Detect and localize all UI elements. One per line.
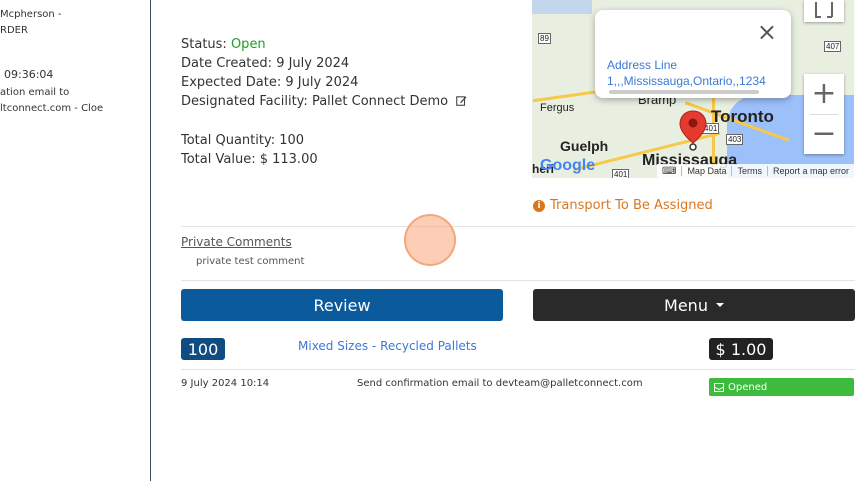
total-value-label: Total Value:: [181, 152, 256, 167]
sidebar-time: 09:36:04: [4, 68, 54, 81]
highway-shield: 89: [538, 33, 551, 44]
private-comment-text: private test comment: [196, 256, 305, 267]
terms-link[interactable]: Terms: [731, 166, 767, 176]
close-icon[interactable]: ×: [757, 20, 777, 44]
log-timestamp: 9 July 2024 10:14: [181, 378, 270, 389]
zoom-out-button[interactable]: −: [804, 114, 844, 154]
fullscreen-button[interactable]: [804, 0, 844, 22]
sidebar-line: RDER: [0, 25, 28, 36]
info-icon: i: [533, 199, 545, 212]
opened-status-badge: Opened: [709, 378, 854, 396]
date-created-value: 9 July 2024: [276, 56, 350, 71]
private-comments-label[interactable]: Private Comments: [181, 235, 292, 249]
review-button[interactable]: Review: [181, 289, 503, 321]
edit-icon[interactable]: [456, 95, 467, 106]
transport-status: i Transport To Be Assigned: [533, 198, 713, 213]
expected-date-value: 9 July 2024: [285, 75, 359, 90]
popup-address-line2[interactable]: 1,,,Mississauga,Ontario,,1234: [607, 74, 773, 88]
map-info-popup: Address Line 1,,,Mississauga,Ontario,,12…: [595, 10, 791, 98]
menu-button-label: Menu: [664, 295, 708, 315]
map-label-guelph: Guelph: [560, 138, 609, 154]
total-quantity-row: Total Quantity: 100: [181, 133, 304, 148]
divider: [181, 280, 855, 281]
status-label: Status:: [181, 37, 227, 52]
caret-down-icon: [715, 303, 724, 307]
total-quantity-label: Total Quantity:: [181, 133, 276, 148]
map-label-toronto: Toronto: [711, 107, 774, 126]
envelope-open-icon: [714, 382, 724, 392]
date-created-label: Date Created:: [181, 56, 273, 71]
map-label-fergus: Fergus: [540, 102, 575, 114]
opened-status-text: Opened: [728, 381, 768, 393]
highway-shield: 407: [824, 41, 842, 52]
water-patch: [532, 0, 592, 14]
sidebar-line: ltconnect.com - Cloe: [0, 103, 104, 114]
status-value: Open: [230, 37, 266, 52]
status-row: Status: Open: [181, 37, 266, 52]
facility-row: Designated Facility: Pallet Connect Demo: [181, 94, 467, 109]
fullscreen-icon: [815, 2, 833, 18]
sidebar-line: Mcpherson -: [0, 9, 62, 20]
expected-date-row: Expected Date: 9 July 2024: [181, 75, 358, 90]
log-message: Send confirmation email to devteam@palle…: [357, 378, 643, 389]
popup-address-line1[interactable]: Address Line: [607, 58, 773, 72]
product-link[interactable]: Mixed Sizes - Recycled Pallets: [298, 339, 477, 353]
activity-sidebar: Mcpherson - RDER 09:36:04 ation email to…: [0, 0, 151, 481]
date-created-row: Date Created: 9 July 2024: [181, 56, 349, 71]
zoom-in-button[interactable]: +: [804, 74, 844, 114]
report-error-link[interactable]: Report a map error: [766, 166, 854, 176]
review-button-label: Review: [313, 295, 371, 315]
google-logo: Google: [540, 157, 596, 174]
total-value-value: $ 113.00: [259, 152, 318, 167]
divider: [181, 369, 855, 370]
line-item-quantity: 100: [181, 338, 225, 360]
line-item-price: $ 1.00: [709, 338, 773, 360]
menu-button[interactable]: Menu: [533, 289, 855, 321]
map-pin-icon[interactable]: [679, 110, 707, 152]
map-footer: ⌨ Map Data Terms Report a map error: [657, 164, 854, 178]
divider: [181, 226, 855, 227]
keyboard-icon[interactable]: ⌨: [657, 166, 681, 177]
transport-text: Transport To Be Assigned: [550, 198, 713, 213]
highway-shield: 403: [726, 134, 744, 145]
facility-value: Pallet Connect Demo: [311, 94, 449, 109]
click-indicator: [404, 214, 456, 266]
location-map[interactable]: 89 407 401 401 403 Fergus Guelph Bramp T…: [532, 0, 854, 178]
total-value-row: Total Value: $ 113.00: [181, 152, 318, 167]
expected-date-label: Expected Date:: [181, 75, 282, 90]
highway-shield: 401: [612, 169, 630, 178]
zoom-control: + −: [804, 74, 844, 154]
facility-label: Designated Facility:: [181, 94, 308, 109]
sidebar-line: ation email to: [0, 87, 70, 98]
total-quantity-value: 100: [279, 133, 305, 148]
map-data-link[interactable]: Map Data: [681, 166, 731, 176]
popup-scrollbar[interactable]: [609, 90, 759, 94]
